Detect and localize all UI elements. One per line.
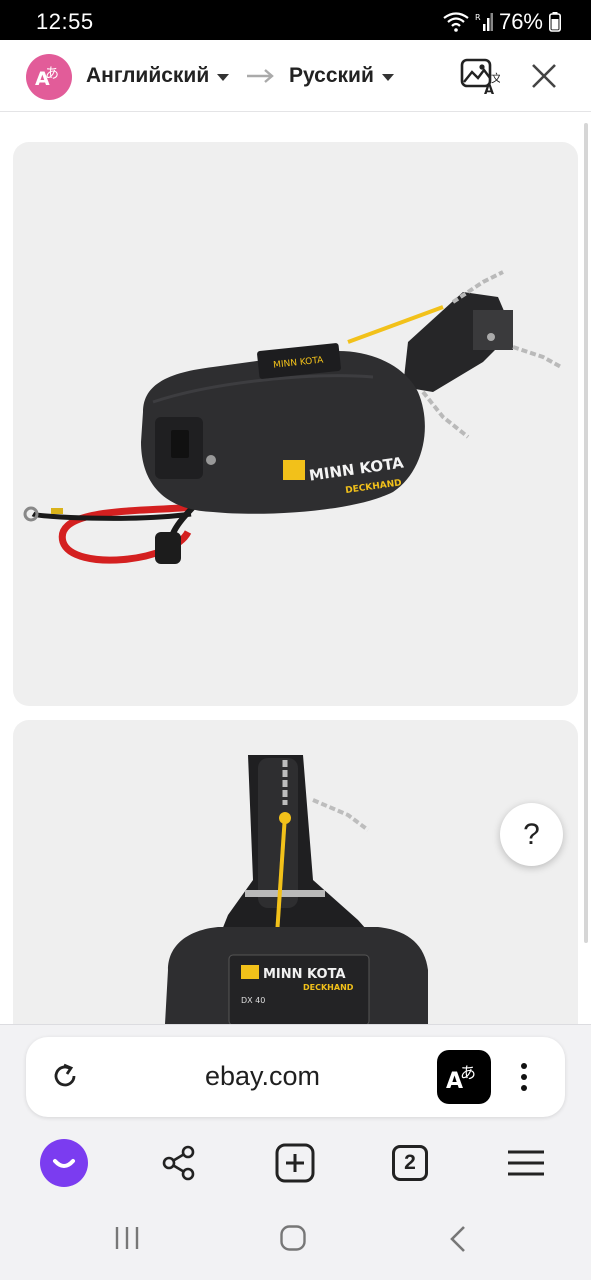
target-language-label: Русский (289, 64, 374, 87)
anchor-winch-photo: MINN KOTA MINN KOTA DECKHAND (23, 270, 562, 564)
wifi-icon (443, 12, 469, 32)
help-button[interactable]: ? (500, 803, 563, 866)
battery-icon (549, 12, 561, 32)
svg-text:文: 文 (491, 71, 500, 85)
address-bar[interactable]: ebay.com A あ (26, 1037, 565, 1117)
share-icon (162, 1145, 195, 1181)
status-bar: 12:55 R 76% (0, 0, 591, 40)
svg-text:R: R (475, 13, 481, 22)
url-text[interactable]: ebay.com (26, 1061, 499, 1092)
chevron-down-icon (217, 73, 230, 81)
page-content[interactable]: MINN KOTA MINN KOTA DECKHAND MINN KOTA D… (0, 113, 591, 1024)
label-brand: MINN KOTA (263, 967, 346, 982)
target-language-select[interactable]: Русский (289, 64, 394, 88)
close-icon[interactable] (530, 62, 558, 90)
signal-icon: R (475, 13, 493, 31)
translate-button[interactable]: A あ (437, 1050, 491, 1104)
translate-glyph: あ (460, 1063, 476, 1082)
image-translate-icon[interactable]: A 文 (460, 58, 500, 96)
system-nav-bar (0, 1200, 591, 1280)
browser-toolbar: ebay.com A あ 2 (0, 1024, 591, 1200)
status-time: 12:55 (36, 9, 94, 34)
source-language-label: Английский (86, 64, 210, 87)
translate-icon: A あ (446, 1063, 476, 1094)
badge-glyph: あ (45, 66, 59, 82)
anchor-winch-top-photo: MINN KOTA DECKHAND DX 40 (165, 755, 428, 1024)
battery-percent: 76% (498, 9, 543, 34)
source-language-select[interactable]: Английский (86, 64, 230, 88)
help-label: ? (523, 817, 540, 851)
arrow-right-icon (247, 69, 274, 83)
product-image-1[interactable]: MINN KOTA MINN KOTA DECKHAND (13, 142, 578, 706)
label-model: DX 40 (241, 996, 265, 1005)
menu-icon (508, 1150, 544, 1176)
recents-icon[interactable] (114, 1224, 140, 1252)
chevron-down-icon (381, 73, 394, 81)
back-icon[interactable] (448, 1224, 468, 1254)
translate-bar: A あ Английский Русский A 文 (0, 40, 591, 112)
status-icons: R 76% (443, 9, 561, 35)
tabs-button[interactable]: 2 (384, 1137, 436, 1189)
share-button[interactable] (153, 1137, 205, 1189)
new-tab-button[interactable] (269, 1137, 321, 1189)
scrollbar[interactable] (584, 123, 588, 943)
browser-nav-row: 2 (0, 1133, 591, 1193)
alice-button[interactable] (38, 1137, 90, 1189)
translate-badge-icon[interactable]: A あ (26, 54, 72, 100)
new-tab-icon (275, 1143, 315, 1183)
menu-button[interactable] (500, 1137, 552, 1189)
alice-icon (40, 1139, 88, 1187)
tab-count: 2 (392, 1145, 428, 1181)
label-sub: DECKHAND (303, 983, 354, 992)
product-image-2[interactable]: MINN KOTA DECKHAND DX 40 (13, 720, 578, 1024)
home-icon[interactable] (279, 1224, 307, 1252)
more-icon[interactable] (516, 1061, 532, 1093)
